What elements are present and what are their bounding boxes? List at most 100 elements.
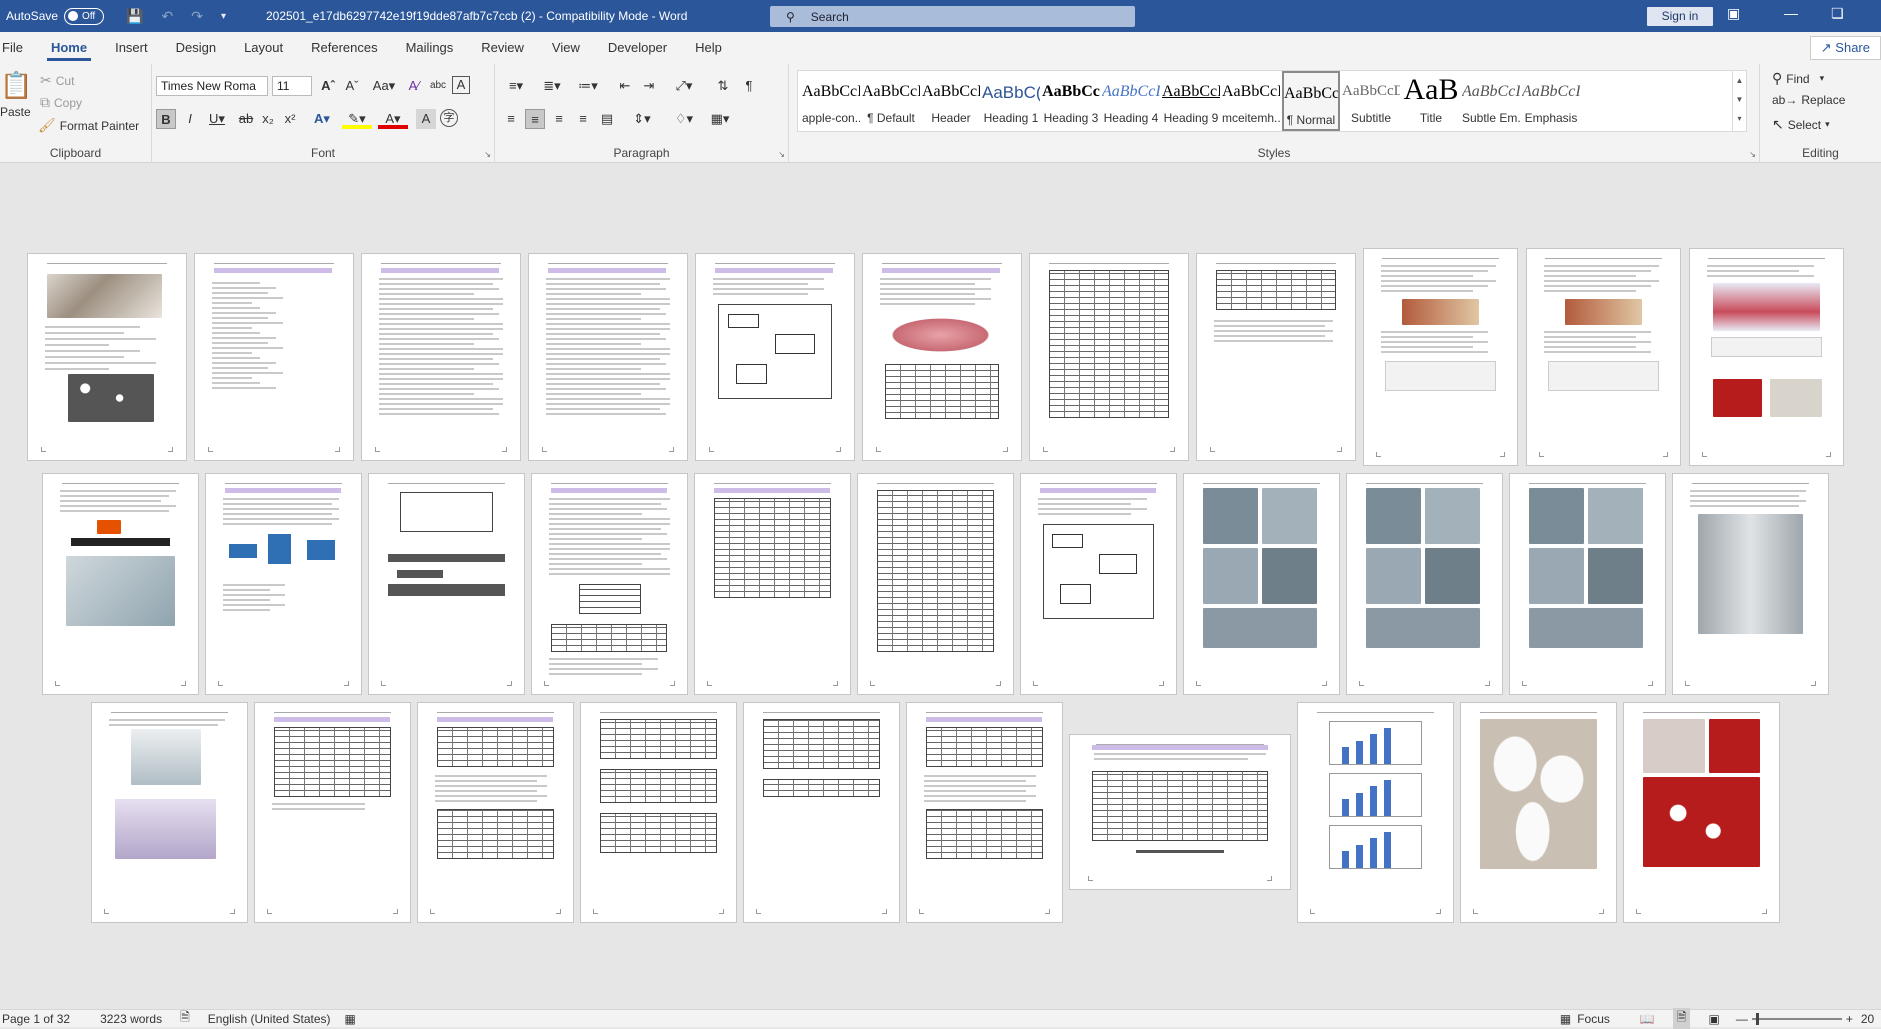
subscript-icon[interactable]: x₂ — [258, 109, 278, 129]
align-center-icon[interactable]: ≡ — [525, 109, 545, 129]
autosave-control[interactable]: AutoSave Off — [0, 7, 105, 25]
replace-button[interactable]: ab→ Replace — [1772, 93, 1845, 107]
page-thumbnail-7[interactable] — [1029, 253, 1189, 461]
page-thumbnail-28[interactable] — [906, 702, 1063, 923]
style-title[interactable]: AaB Title — [1402, 71, 1460, 131]
strikethrough-icon[interactable]: ab — [236, 109, 256, 129]
print-layout-icon[interactable]: 🗎 — [1672, 1008, 1691, 1029]
highlight-icon[interactable]: ✎▾ — [342, 109, 372, 129]
page-thumbnail-3[interactable] — [361, 253, 521, 461]
focus-label[interactable]: Focus — [1577, 1012, 1610, 1026]
show-formatting-marks-icon[interactable]: ¶ — [739, 76, 759, 96]
text-effects-icon[interactable]: A▾ — [308, 109, 336, 129]
tab-view[interactable]: View — [538, 32, 594, 64]
distributed-icon[interactable]: ▤ — [597, 109, 617, 129]
borders-icon[interactable]: ▦▾ — [705, 109, 735, 129]
tab-file[interactable]: File — [0, 32, 37, 64]
change-case-icon[interactable]: Aa▾ — [370, 76, 398, 96]
sort-icon[interactable]: ⇅ — [713, 76, 733, 96]
decrease-indent-icon[interactable]: ⇤ — [615, 76, 635, 96]
page-thumbnail-22[interactable] — [1672, 473, 1829, 695]
page-thumbnail-5[interactable] — [695, 253, 855, 461]
style-heading-9[interactable]: AaBbCcI Heading 9 — [1162, 71, 1220, 131]
styles-scroll-icon[interactable]: ▲ ▼ ▾ — [1732, 71, 1746, 131]
font-dialog-launcher-icon[interactable]: ↘ — [484, 150, 491, 159]
find-button[interactable]: ⚲ Find ▾ — [1772, 70, 1824, 87]
restore-icon[interactable]: ❏ — [1831, 5, 1844, 22]
styles-dialog-launcher-icon[interactable]: ↘ — [1749, 150, 1756, 159]
underline-icon[interactable]: U▾ — [202, 109, 232, 129]
shrink-font-icon[interactable]: Aˇ — [342, 76, 362, 96]
page-thumbnail-29[interactable] — [1069, 734, 1291, 890]
italic-icon[interactable]: I — [180, 109, 200, 129]
page-thumbnail-25[interactable] — [417, 702, 574, 923]
font-name-box[interactable]: Times New Roma — [156, 76, 268, 96]
justify-icon[interactable]: ≡ — [573, 109, 593, 129]
page-thumbnail-1[interactable] — [27, 253, 187, 461]
cut-button[interactable]: ✂ Cut — [40, 72, 74, 89]
page-thumbnail-26[interactable] — [580, 702, 737, 923]
page-thumbnail-14[interactable] — [368, 473, 525, 695]
style-mceitemh[interactable]: AaBbCcI mceitemh... — [1222, 71, 1280, 131]
style-header[interactable]: AaBbCcDc Header — [922, 71, 980, 131]
character-shading-icon[interactable]: A — [416, 109, 436, 129]
page-thumbnail-10[interactable] — [1526, 248, 1681, 466]
line-spacing-icon[interactable]: ⇕▾ — [627, 109, 657, 129]
phonetic-guide-icon[interactable]: abc — [428, 76, 448, 96]
search-box[interactable]: ⚲ Search — [770, 6, 1135, 27]
asian-layout-icon[interactable]: ⤢▾ — [669, 76, 699, 96]
page-thumbnail-4[interactable] — [528, 253, 688, 461]
tab-mailings[interactable]: Mailings — [392, 32, 468, 64]
tab-layout[interactable]: Layout — [230, 32, 297, 64]
zoom-in-icon[interactable]: + — [1846, 1012, 1853, 1026]
page-thumbnail-8[interactable] — [1196, 253, 1356, 461]
tab-help[interactable]: Help — [681, 32, 736, 64]
tab-design[interactable]: Design — [162, 32, 230, 64]
style-emphasis[interactable]: AaBbCcI Emphasis — [1522, 71, 1580, 131]
grow-font-icon[interactable]: Aˆ — [318, 76, 338, 96]
multilevel-list-icon[interactable]: ≔▾ — [573, 76, 603, 96]
page-thumbnail-17[interactable] — [857, 473, 1014, 695]
page-thumbnail-32[interactable] — [1623, 702, 1780, 923]
paragraph-dialog-launcher-icon[interactable]: ↘ — [778, 150, 785, 159]
page-thumbnail-19[interactable] — [1183, 473, 1340, 695]
word-count[interactable]: 3223 words — [100, 1012, 162, 1026]
tab-developer[interactable]: Developer — [594, 32, 681, 64]
page-thumbnail-23[interactable] — [91, 702, 248, 923]
page-thumbnail-11[interactable] — [1689, 248, 1844, 466]
page-thumbnail-6[interactable] — [862, 253, 1022, 461]
tab-references[interactable]: References — [297, 32, 391, 64]
ribbon-display-options-icon[interactable]: ▣ — [1727, 5, 1740, 22]
page-thumbnail-16[interactable] — [694, 473, 851, 695]
page-count[interactable]: Page 1 of 32 — [2, 1012, 70, 1026]
autosave-toggle[interactable]: Off — [64, 7, 105, 25]
web-layout-icon[interactable]: ▣ — [1708, 1012, 1719, 1026]
align-left-icon[interactable]: ≡ — [501, 109, 521, 129]
minimize-icon[interactable]: — — [1784, 5, 1798, 21]
style-heading-4[interactable]: AaBbCcI Heading 4 — [1102, 71, 1160, 131]
customize-qat-icon[interactable]: ▾ — [221, 11, 226, 22]
style-heading-1[interactable]: AaBbC(Heading 1 — [982, 71, 1040, 131]
superscript-icon[interactable]: x² — [280, 109, 300, 129]
focus-icon[interactable]: ▦ — [1560, 1012, 1571, 1026]
font-color-icon[interactable]: A▾ — [378, 109, 408, 129]
share-button[interactable]: ↗ Share — [1809, 36, 1881, 60]
page-thumbnail-9[interactable] — [1363, 248, 1518, 466]
page-thumbnail-15[interactable] — [531, 473, 688, 695]
style-default[interactable]: AaBbCcI ¶ Default — [862, 71, 920, 131]
sign-in-button[interactable]: Sign in — [1647, 7, 1713, 26]
clear-formatting-icon[interactable]: A∕ — [404, 76, 424, 96]
shading-icon[interactable]: ♢▾ — [669, 109, 699, 129]
page-thumbnail-20[interactable] — [1346, 473, 1503, 695]
align-right-icon[interactable]: ≡ — [549, 109, 569, 129]
bullets-icon[interactable]: ≡▾ — [501, 76, 531, 96]
style-apple-con[interactable]: AaBbCcI apple-con... — [802, 71, 860, 131]
page-thumbnail-31[interactable] — [1460, 702, 1617, 923]
page-thumbnail-30[interactable] — [1297, 702, 1454, 923]
enclose-characters-icon[interactable]: 字 — [440, 109, 458, 127]
proofing-icon[interactable]: 🗎 — [180, 1008, 190, 1029]
zoom-level[interactable]: 20 — [1861, 1012, 1874, 1026]
tab-insert[interactable]: Insert — [101, 32, 162, 64]
numbering-icon[interactable]: ≣▾ — [537, 76, 567, 96]
document-canvas[interactable] — [0, 163, 1881, 1009]
